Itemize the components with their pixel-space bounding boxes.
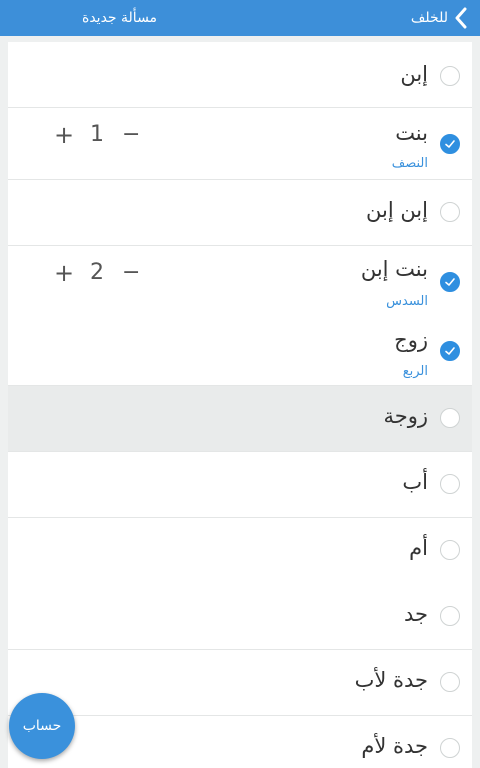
back-button[interactable]: للخلف — [411, 0, 472, 36]
heir-name: زوج — [394, 328, 428, 352]
checkbox[interactable] — [440, 672, 460, 692]
heir-row-sons-daughter[interactable]: بنت إبن السدس + 2 − — [8, 246, 472, 316]
heir-row-mother[interactable]: أم — [8, 518, 472, 584]
checkbox[interactable] — [440, 66, 460, 86]
chevron-left-icon — [450, 0, 472, 36]
heir-row-maternal-grandmother[interactable]: جدة لأم — [8, 716, 472, 768]
count-value: 2 — [90, 260, 104, 285]
heir-row-daughter[interactable]: بنت النصف + 1 − — [8, 108, 472, 180]
checkbox[interactable] — [440, 408, 460, 428]
increment-button[interactable]: + — [54, 258, 74, 288]
heir-row-son[interactable]: إبن — [8, 42, 472, 108]
heir-name: جدة لأب — [354, 668, 428, 692]
heir-share: الربع — [402, 364, 428, 379]
checkbox[interactable] — [440, 738, 460, 758]
checkbox[interactable] — [440, 540, 460, 560]
heir-name: جد — [403, 602, 428, 626]
checkbox-checked[interactable] — [440, 341, 460, 361]
checkbox-checked[interactable] — [440, 134, 460, 154]
heir-row-grandfather[interactable]: جد — [8, 584, 472, 650]
check-icon — [445, 278, 455, 286]
heir-row-sons-son[interactable]: إبن إبن — [8, 180, 472, 246]
app-header: للخلف مسألة جديدة — [0, 0, 480, 36]
heir-share: السدس — [386, 294, 428, 309]
heir-row-wife[interactable]: زوجة — [8, 386, 472, 452]
heir-row-paternal-grandmother[interactable]: جدة لأب — [8, 650, 472, 716]
decrement-button[interactable]: − — [122, 258, 140, 288]
check-icon — [445, 140, 455, 148]
checkbox[interactable] — [440, 202, 460, 222]
increment-button[interactable]: + — [54, 120, 74, 150]
back-label: للخلف — [410, 10, 448, 26]
calculate-button[interactable]: حساب — [9, 693, 75, 759]
heir-row-husband[interactable]: زوج الربع — [8, 316, 472, 386]
heir-share: النصف — [391, 156, 428, 171]
count-value: 1 — [90, 122, 104, 147]
checkbox[interactable] — [440, 474, 460, 494]
heir-name: زوجة — [383, 404, 428, 428]
page-title: مسألة جديدة — [82, 10, 158, 26]
heir-name: بنت — [395, 121, 428, 145]
checkbox[interactable] — [440, 606, 460, 626]
check-icon — [445, 347, 455, 355]
heirs-list: إبن بنت النصف + 1 − إبن إبن بنت إبن السد… — [8, 42, 472, 768]
decrement-button[interactable]: − — [122, 120, 140, 150]
heir-name: إبن — [400, 62, 428, 86]
heir-name: إبن إبن — [365, 198, 428, 222]
checkbox-checked[interactable] — [440, 272, 460, 292]
count-stepper: + 2 − — [8, 258, 158, 288]
heir-row-father[interactable]: أب — [8, 452, 472, 518]
heir-name: أم — [409, 536, 428, 560]
count-stepper: + 1 − — [8, 120, 158, 150]
heir-name: أب — [402, 470, 428, 494]
heir-name: جدة لأم — [361, 734, 428, 758]
heir-name: بنت إبن — [360, 257, 428, 281]
